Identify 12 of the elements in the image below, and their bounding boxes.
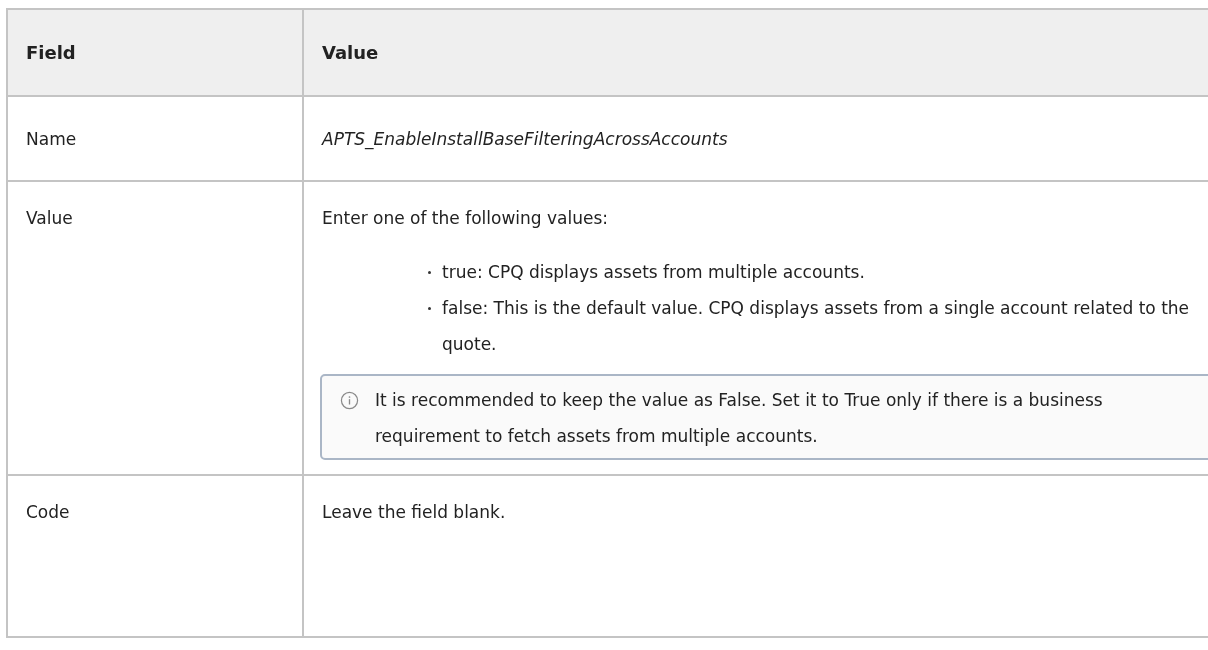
note-text: It is recommended to keep the value as False. Set it to True only if there is a business requirement to fetch assets from multiple accounts. bbox=[375, 389, 1104, 448]
info-icon bbox=[340, 391, 359, 410]
column-header: Value bbox=[303, 9, 1208, 96]
field-value: APTS_EnableInstallBaseFilteringAcrossAccounts bbox=[322, 128, 728, 149]
bullet-item: false: This is the default value. CPQ displays assets from a single account related to the quote. bbox=[428, 290, 1201, 362]
column-header: Field bbox=[7, 9, 303, 96]
field-name: Value bbox=[26, 208, 73, 228]
bullet-item: true: CPQ displays assets from multiple accounts. bbox=[428, 254, 1201, 290]
field-name: Code bbox=[26, 502, 70, 522]
field-value: Leave the field blank. bbox=[322, 502, 506, 522]
field-name: Name bbox=[26, 128, 77, 149]
field-value: Enter one of the following values: bbox=[322, 207, 609, 230]
